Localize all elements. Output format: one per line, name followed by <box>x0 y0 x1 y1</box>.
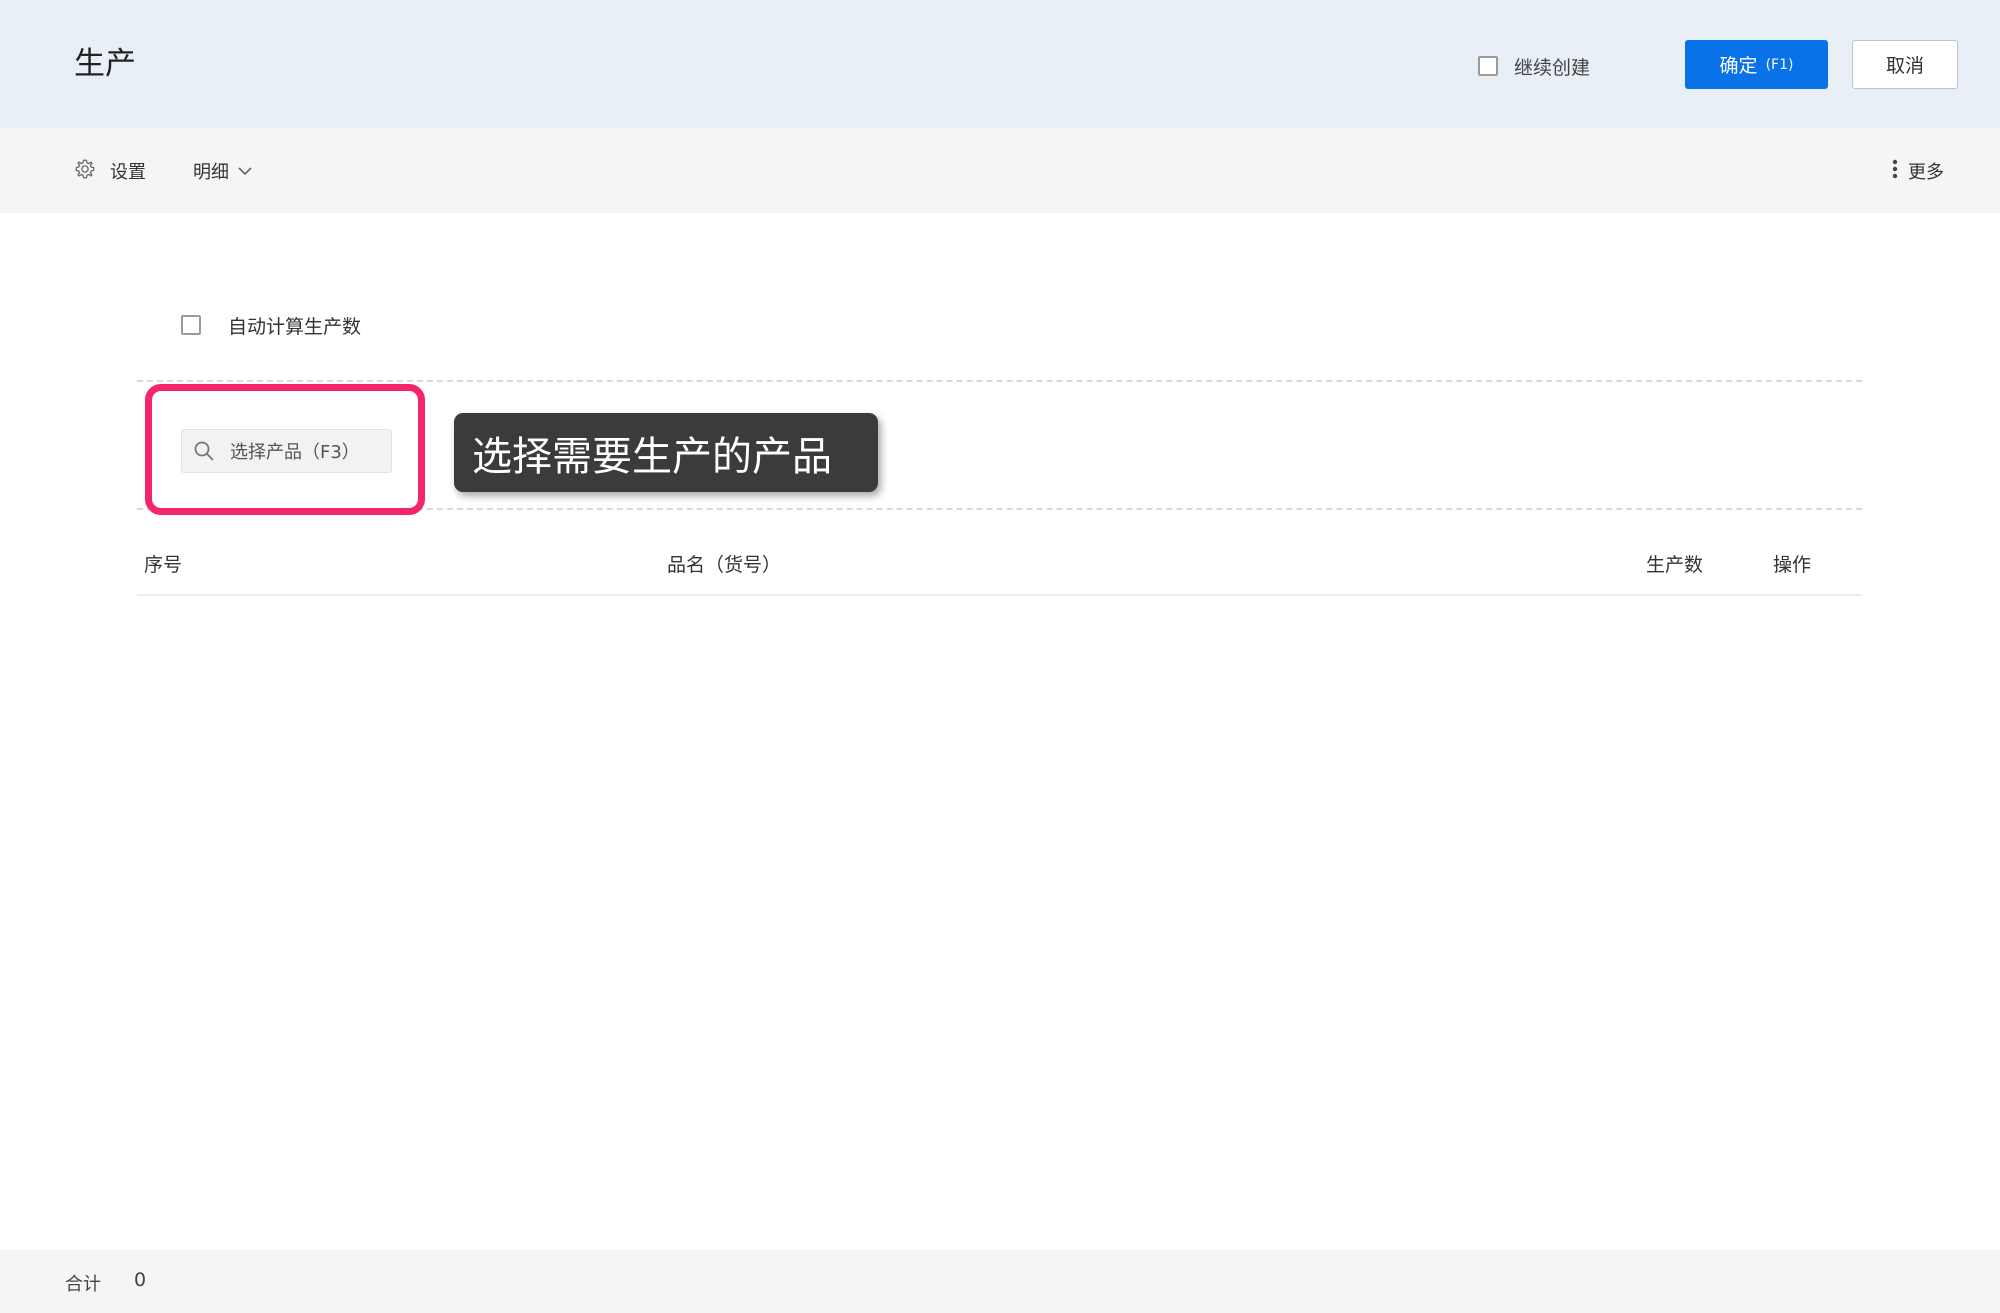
column-header-action: 操作 <box>1773 554 1812 576</box>
chevron-down-icon <box>237 162 253 181</box>
vertical-dots-icon <box>1892 158 1898 184</box>
column-header-index: 序号 <box>144 554 183 576</box>
cancel-button[interactable]: 取消 <box>1852 40 1958 89</box>
settings-button[interactable]: 设置 <box>74 156 146 186</box>
page-title: 生产 <box>74 46 136 82</box>
confirm-button[interactable]: 确定 (F1) <box>1685 40 1828 89</box>
more-label: 更多 <box>1908 162 1944 183</box>
detail-label: 明细 <box>193 162 229 183</box>
column-header-quantity: 生产数 <box>1646 554 1704 576</box>
total-value: 0 <box>134 1269 147 1291</box>
auto-calc-toggle[interactable]: 自动计算生产数 <box>181 310 361 340</box>
settings-label: 设置 <box>110 162 146 183</box>
more-button[interactable]: 更多 <box>1892 156 1944 186</box>
divider-top <box>137 380 1862 382</box>
confirm-button-label: 确定 <box>1719 55 1758 77</box>
highlight-annotation <box>145 384 425 515</box>
continue-create-toggle[interactable]: 继续创建 <box>1478 51 1590 81</box>
confirm-button-hotkey: (F1) <box>1765 56 1794 73</box>
continue-create-label: 继续创建 <box>1514 56 1591 79</box>
continue-create-checkbox[interactable] <box>1478 56 1498 76</box>
column-header-product-name: 品名（货号） <box>667 554 782 576</box>
total-label: 合计 <box>65 1274 101 1295</box>
gear-icon <box>74 158 96 184</box>
auto-calc-checkbox[interactable] <box>181 315 201 335</box>
table-header: 序号 品名（货号） 生产数 操作 <box>137 540 1862 596</box>
cancel-button-label: 取消 <box>1885 55 1924 77</box>
header-bar: 生产 继续创建 确定 (F1) 取消 <box>0 0 2000 128</box>
tooltip-callout: 选择需要生产的产品 <box>454 413 878 492</box>
toolbar: 设置 明细 更多 <box>0 128 2000 213</box>
detail-dropdown[interactable]: 明细 <box>193 156 253 186</box>
footer-bar: 合计 0 <box>0 1250 2000 1313</box>
auto-calc-label: 自动计算生产数 <box>228 315 362 338</box>
